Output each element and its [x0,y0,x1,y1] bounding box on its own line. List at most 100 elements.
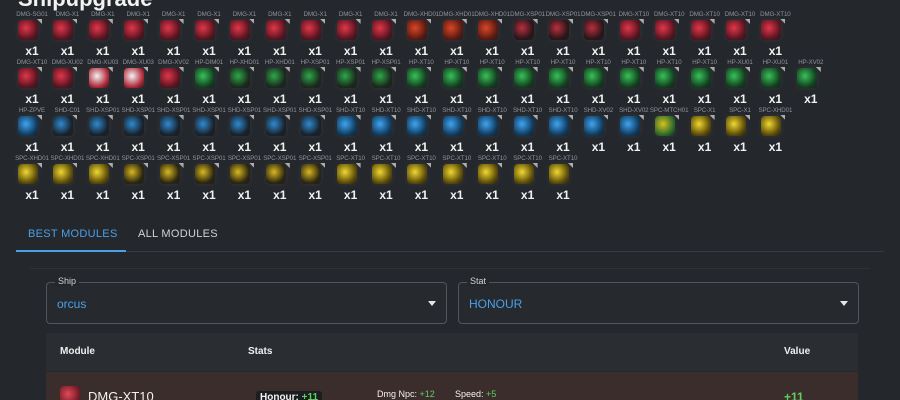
module-tile[interactable]: HP-XT10 x1 [580,59,616,111]
module-tile[interactable]: DMG-XT10 x1 [757,11,793,63]
module-tile[interactable]: DMG-X1 x1 [368,11,404,63]
module-icon [478,115,503,136]
stat-select[interactable]: Stat HONOUR [458,276,859,324]
module-tile[interactable]: DMG-XU03 x1 [85,59,121,111]
module-tile[interactable]: SPC-X1 x1 [687,107,723,159]
module-tile[interactable]: DMG-XT10 x1 [651,11,687,63]
upgrade-mark-icon [426,163,432,168]
module-tile[interactable]: DMG-XSP01 x1 [510,11,546,63]
module-tile[interactable]: HP-XT10 x1 [651,59,687,111]
module-tile[interactable]: DMG-X1 x1 [85,11,121,63]
module-tile[interactable]: HP-XT10 x1 [439,59,475,111]
module-tile[interactable]: SHD-XSP01 x1 [191,107,227,159]
module-tile[interactable]: SHD-XV02 x1 [616,107,652,159]
module-tile[interactable]: SPC-XT10 x1 [545,155,581,207]
module-tile[interactable]: SPC-XHD01 x1 [757,107,793,159]
module-tile[interactable]: DMG-X1 x1 [333,11,369,63]
main-stat: Honour: +11 [256,391,323,400]
module-tile[interactable]: SPC-XT10 x1 [333,155,369,207]
module-tile[interactable]: HP-XT10 x1 [545,59,581,111]
module-tile[interactable]: DMG-XV02 x1 [156,59,192,111]
tab-best-modules[interactable]: BEST MODULES [16,216,126,252]
module-tile[interactable]: SPC-XSP01 x1 [156,155,192,207]
ship-select[interactable]: Ship orcus [46,276,447,324]
module-count: x1 [768,140,783,154]
module-tile[interactable]: DMG-XHD01 x1 [474,11,510,63]
module-tile[interactable]: HP-XT10 x1 [687,59,723,111]
module-tile[interactable]: HP-XT10 x1 [403,59,439,111]
module-tile[interactable]: SHD-XSP01 x1 [156,107,192,159]
module-tile[interactable]: SPC-MTCH01 x1 [650,107,689,159]
module-tile[interactable]: SHD-XT10 x1 [439,107,475,159]
module-tile[interactable]: SPC-XSP01 x1 [191,155,227,207]
module-tile[interactable]: DMG-X1 x1 [191,11,227,63]
module-tile[interactable]: SPC-XSP01 x1 [297,155,333,207]
module-tile[interactable]: DMG-XHD01 x1 [403,11,440,63]
module-tile[interactable]: HP-XHD01 x1 [262,59,298,111]
module-tile[interactable]: HP-XV02 x1 [793,59,829,111]
module-tile[interactable]: DMG-SG01 x1 [14,11,50,63]
module-tile[interactable]: SHD-XSP01 x1 [85,107,121,159]
module-tile[interactable]: DMG-X1 x1 [156,11,192,63]
module-tile[interactable]: SPC-XT10 x1 [439,155,475,207]
table-row[interactable]: DMG-XT10 Honour: +11 Dmg Npc: +12 Speed:… [46,372,858,400]
module-tile[interactable]: SHD-XT10 x1 [545,107,581,159]
module-tile[interactable]: DMG-XT10 x1 [616,11,652,63]
module-tile[interactable]: HP-XSP01 x1 [333,59,369,111]
module-tile[interactable]: SPC-XHD01 x1 [14,155,50,207]
module-tile[interactable]: HP-XSP01 x1 [368,59,404,111]
tab-all-modules[interactable]: ALL MODULES [138,216,238,252]
module-icon [796,67,821,88]
module-tile[interactable]: DMG-XT10 x1 [687,11,723,63]
module-tile[interactable]: SPC-XSP01 x1 [120,155,156,207]
module-tile[interactable]: DMG-XSP01 x1 [545,11,581,63]
module-tile[interactable]: HP-XU01 x1 [757,59,793,111]
module-tile[interactable]: SHD-XT10 x1 [510,107,546,159]
module-tile[interactable]: HP-DIM01 x1 [191,59,227,111]
module-tile[interactable]: SPC-XSP01 x1 [262,155,298,207]
module-tile[interactable]: DMG-X1 x1 [297,11,333,63]
module-count: x1 [237,44,252,58]
module-tile[interactable]: DMG-XU03 x1 [120,59,156,111]
module-icon [265,163,290,184]
module-tile[interactable]: HP-XT10 x1 [616,59,652,111]
module-tile[interactable]: SPC-XHD01 x1 [49,155,85,207]
module-icon [88,163,113,184]
module-tile[interactable]: SHD-XSP01 x1 [262,107,298,159]
module-tile[interactable]: SHD-XSP01 x1 [297,107,333,159]
module-tile[interactable]: HP-XU01 x1 [722,59,758,111]
module-count: x1 [520,188,535,202]
module-tile[interactable]: HP-XSP01 x1 [297,59,333,111]
module-tile[interactable]: SPC-XHD01 x1 [85,155,121,207]
module-tile[interactable]: DMG-XU02 x1 [49,59,85,111]
module-tile[interactable]: SHD-XSP01 x1 [226,107,262,159]
module-icon [619,67,644,88]
module-tile[interactable]: SHD-XT10 x1 [403,107,439,159]
module-tile[interactable]: HP-XT10 x1 [474,59,510,111]
module-tile[interactable]: SPC-XT10 x1 [474,155,510,207]
module-tile[interactable]: SPC-XT10 x1 [368,155,404,207]
module-tile[interactable]: SHD-XSP01 x1 [120,107,156,159]
module-tile[interactable]: SHD-XT10 x1 [368,107,404,159]
module-tile[interactable]: DMG-XT10 x1 [14,59,50,111]
module-tile[interactable]: HP-ZPVE x1 [14,107,50,159]
module-tile[interactable]: DMG-X1 x1 [120,11,156,63]
module-count: x1 [25,140,39,154]
module-tile[interactable]: DMG-XT10 x1 [722,11,758,63]
module-tile[interactable]: SHD-C01 x1 [49,107,85,159]
module-tile[interactable]: SPC-XSP01 x1 [226,155,262,207]
module-tile[interactable]: DMG-X1 x1 [226,11,262,63]
module-tile[interactable]: DMG-X1 x1 [49,11,85,63]
module-tile[interactable]: HP-XHD01 x1 [226,59,262,111]
module-tile[interactable]: SPC-XT10 x1 [510,155,546,207]
module-tile[interactable]: HP-XT10 x1 [510,59,546,111]
module-tile[interactable]: SHD-XT10 x1 [333,107,369,159]
module-tile[interactable]: DMG-X1 x1 [262,11,298,63]
module-tile[interactable]: DMG-XHD01 x1 [439,11,475,63]
module-tile[interactable]: DMG-XSP01 x1 [580,11,616,63]
module-tile[interactable]: SHD-XV02 x1 [580,107,616,159]
module-tile[interactable]: SPC-X1 x1 [722,107,758,159]
upgrade-mark-icon [107,163,113,168]
module-tile[interactable]: SHD-XT10 x1 [474,107,510,159]
module-tile[interactable]: SPC-XT10 x1 [403,155,439,207]
